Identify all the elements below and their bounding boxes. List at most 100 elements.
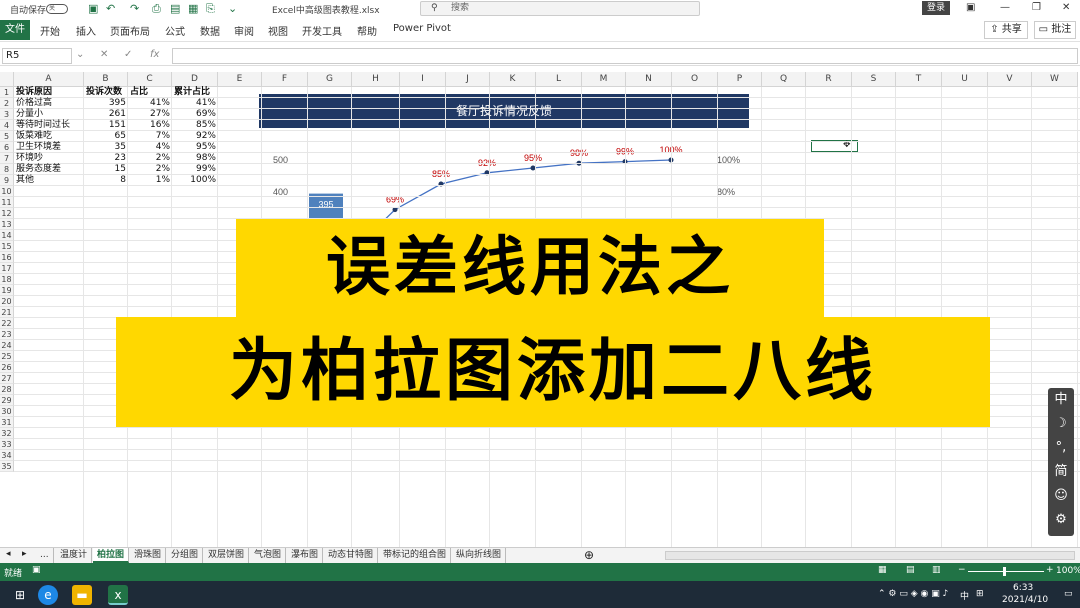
ime-chinese-icon[interactable]: 中 <box>1048 388 1074 412</box>
table-cell[interactable]: 27% <box>130 109 170 120</box>
column-header-g[interactable]: G <box>308 72 352 87</box>
tab-file[interactable]: 文件 <box>0 20 30 40</box>
row-header[interactable]: 32 <box>0 428 14 439</box>
tray-icons[interactable]: ⌃ ⚙ ▭ ◈ ◉ ▣ ♪ <box>878 589 948 599</box>
column-header-r[interactable]: R <box>806 72 852 87</box>
close-icon[interactable]: ✕ <box>1062 2 1070 13</box>
save-icon[interactable]: ▣ <box>88 2 98 15</box>
sheet-tab[interactable]: 纵向折线图 <box>452 548 507 563</box>
table-cell[interactable]: 41% <box>130 98 170 109</box>
page-layout-view-icon[interactable]: ▤ <box>906 565 915 575</box>
column-header-e[interactable]: E <box>218 72 262 87</box>
tab-help[interactable]: 帮助 <box>357 23 377 38</box>
table-header[interactable]: 投诉次数 <box>86 87 126 98</box>
table-cell[interactable]: 2% <box>130 164 170 175</box>
table-cell[interactable]: 价格过高 <box>16 98 82 109</box>
column-header-p[interactable]: P <box>718 72 762 87</box>
column-header-u[interactable]: U <box>942 72 988 87</box>
row-header[interactable]: 14 <box>0 230 14 241</box>
row-header[interactable]: 20 <box>0 296 14 307</box>
sheet-tab[interactable]: 双层饼图 <box>204 548 250 563</box>
tab-home[interactable]: 开始 <box>40 23 60 38</box>
ime-emoji-icon[interactable]: ☺ <box>1048 484 1074 508</box>
row-header[interactable]: 2 <box>0 98 14 109</box>
table-cell[interactable]: 16% <box>130 120 170 131</box>
column-header-f[interactable]: F <box>262 72 308 87</box>
excel-app-icon[interactable]: x <box>108 585 128 605</box>
normal-view-icon[interactable]: ▦ <box>878 565 887 575</box>
tab-formulas[interactable]: 公式 <box>165 23 185 38</box>
row-header[interactable]: 25 <box>0 351 14 362</box>
row-header[interactable]: 31 <box>0 417 14 428</box>
ime-punctuation-icon[interactable]: °, <box>1048 436 1074 460</box>
row-header[interactable]: 28 <box>0 384 14 395</box>
row-header[interactable]: 30 <box>0 406 14 417</box>
table-cell[interactable]: 等待时间过长 <box>16 120 82 131</box>
row-header[interactable]: 29 <box>0 395 14 406</box>
more-sheets-button[interactable]: ... <box>36 548 54 563</box>
column-header-l[interactable]: L <box>536 72 582 87</box>
share-button[interactable]: ⇪ 共享 <box>984 21 1028 39</box>
row-header[interactable]: 19 <box>0 285 14 296</box>
sheet-tab[interactable]: 瀑布图 <box>287 548 324 563</box>
table-cell[interactable]: 41% <box>174 98 216 109</box>
pareto-chart[interactable]: 餐厅投诉情况反馈 500 400 100% 80% 395 69% 85% 92% 95% 98%… <box>259 94 749 224</box>
table-cell[interactable]: 98% <box>174 153 216 164</box>
column-header-k[interactable]: K <box>490 72 536 87</box>
redo-icon[interactable]: ↷ <box>130 2 139 15</box>
row-header[interactable]: 12 <box>0 208 14 219</box>
table-cell[interactable]: 23 <box>86 153 126 164</box>
formula-input[interactable] <box>172 48 1078 64</box>
row-header[interactable]: 13 <box>0 219 14 230</box>
row-header[interactable]: 22 <box>0 318 14 329</box>
windows-start-icon[interactable]: ⊞ <box>10 585 30 605</box>
row-header[interactable]: 9 <box>0 175 14 186</box>
cancel-icon[interactable]: ✕ <box>100 49 108 60</box>
prev-sheet-icon[interactable]: ◂ <box>6 549 11 559</box>
table-cell[interactable]: 151 <box>86 120 126 131</box>
ime-moon-icon[interactable]: ☽ <box>1048 412 1074 436</box>
file-explorer-icon[interactable]: ▬ <box>72 585 92 605</box>
row-header[interactable]: 8 <box>0 164 14 175</box>
column-header-d[interactable]: D <box>172 72 218 87</box>
column-header-h[interactable]: H <box>352 72 400 87</box>
column-header-o[interactable]: O <box>672 72 718 87</box>
table-cell[interactable]: 65 <box>86 131 126 142</box>
tab-data[interactable]: 数据 <box>200 23 220 38</box>
column-header-n[interactable]: N <box>626 72 672 87</box>
table-header[interactable]: 投诉原因 <box>16 87 82 98</box>
row-header[interactable]: 4 <box>0 120 14 131</box>
table-cell[interactable]: 69% <box>174 109 216 120</box>
minimize-icon[interactable]: — <box>1000 2 1010 13</box>
table-cell[interactable]: 环境吵 <box>16 153 82 164</box>
table-header[interactable]: 累计占比 <box>174 87 216 98</box>
table-cell[interactable]: 其他 <box>16 175 82 186</box>
next-sheet-icon[interactable]: ▸ <box>22 549 27 559</box>
row-header[interactable]: 6 <box>0 142 14 153</box>
page-break-view-icon[interactable]: ▥ <box>932 565 941 575</box>
tab-insert[interactable]: 插入 <box>76 23 96 38</box>
row-header[interactable]: 27 <box>0 373 14 384</box>
tab-page-layout[interactable]: 页面布局 <box>110 23 150 38</box>
table-cell[interactable]: 85% <box>174 120 216 131</box>
customize-qat-icon[interactable]: ⌄ <box>228 2 237 15</box>
row-header[interactable]: 26 <box>0 362 14 373</box>
column-header-v[interactable]: V <box>988 72 1032 87</box>
ime-settings-icon[interactable]: ⚙ <box>1048 508 1074 532</box>
image-icon[interactable]: ▦ <box>188 2 198 15</box>
horizontal-scrollbar[interactable] <box>665 551 1075 560</box>
select-all-corner[interactable] <box>0 72 14 87</box>
sheet-tab[interactable]: 温度计 <box>56 548 93 563</box>
table-cell[interactable]: 15 <box>86 164 126 175</box>
column-header-q[interactable]: Q <box>762 72 806 87</box>
row-header[interactable]: 15 <box>0 241 14 252</box>
undo-icon[interactable]: ↶ <box>106 2 115 15</box>
sheet-tab[interactable]: 分组图 <box>167 548 204 563</box>
add-sheet-icon[interactable]: ⊕ <box>584 548 594 562</box>
row-header[interactable]: 5 <box>0 131 14 142</box>
table-cell[interactable]: 7% <box>130 131 170 142</box>
sheet-tab[interactable]: 滑珠图 <box>130 548 167 563</box>
row-header[interactable]: 23 <box>0 329 14 340</box>
tab-review[interactable]: 审阅 <box>234 23 254 38</box>
table-cell[interactable]: 分量小 <box>16 109 82 120</box>
